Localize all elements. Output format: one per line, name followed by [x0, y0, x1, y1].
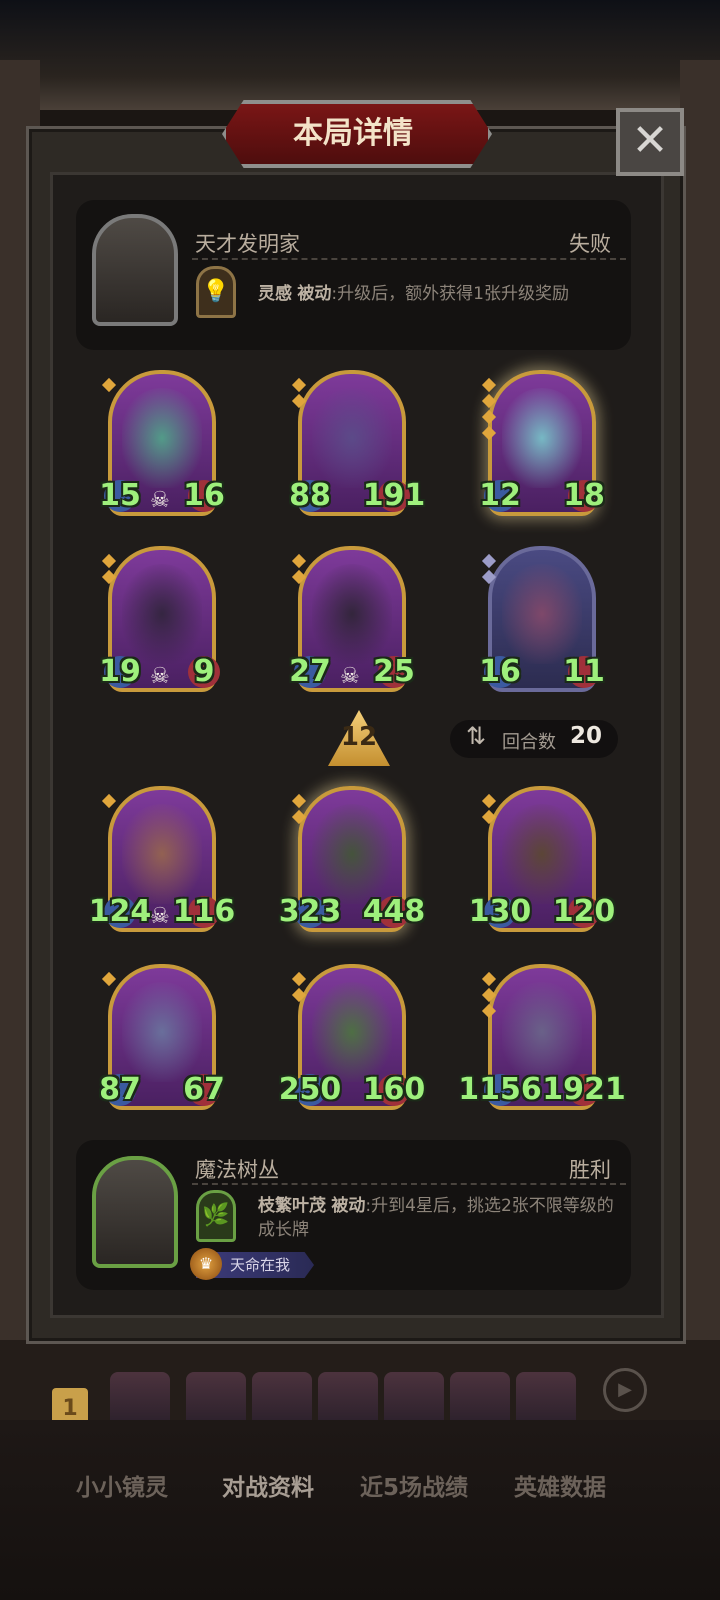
attack-value: 323 [278, 894, 342, 929]
crown-icon: ♛ [190, 1248, 222, 1280]
page-title: 本局详情 [293, 116, 413, 151]
minion-portrait [312, 564, 392, 664]
attack-value: 16 [479, 654, 521, 689]
player2-avatar[interactable] [92, 1156, 178, 1268]
minion-portrait [312, 804, 392, 904]
minion-portrait [122, 564, 202, 664]
health-value: 116 [172, 894, 236, 929]
minion-portrait [312, 982, 392, 1082]
attack-value: 124 [88, 894, 152, 929]
health-value: 1921 [542, 1072, 626, 1107]
lightbulb-icon[interactable]: 💡 [196, 266, 236, 318]
health-value: 11 [563, 654, 605, 689]
player2-result: 胜利 [569, 1158, 611, 1182]
player1-result: 失败 [569, 232, 611, 256]
divider [192, 1183, 626, 1185]
skull-icon: ☠ [150, 904, 170, 929]
player2-skill: 枝繁叶茂 被动:升到4星后，挑选2张不限等级的成长牌 [258, 1194, 620, 1242]
attack-value: 1156 [458, 1072, 542, 1107]
attack-value: 87 [99, 1072, 141, 1107]
skill-name: 枝繁叶茂 [258, 1196, 326, 1216]
play-icon[interactable]: ▶ [603, 1368, 647, 1412]
health-value: 160 [362, 1072, 426, 1107]
attack-value: 250 [278, 1072, 342, 1107]
skill-desc: :升级后，额外获得1张升级奖励 [331, 284, 569, 304]
minion-portrait [502, 982, 582, 1082]
health-value: 16 [183, 478, 225, 513]
player1-name: 天才发明家 [195, 232, 300, 256]
health-value: 120 [552, 894, 616, 929]
bottom-tab-bar [0, 1420, 720, 1600]
health-value: 191 [362, 478, 426, 513]
attack-value: 27 [289, 654, 331, 689]
health-value: 67 [183, 1072, 225, 1107]
minion-portrait [122, 982, 202, 1082]
close-button[interactable]: ✕ [616, 108, 684, 176]
leaf-icon[interactable]: 🌿 [196, 1190, 236, 1242]
attack-value: 88 [289, 478, 331, 513]
player1-avatar[interactable] [92, 214, 178, 326]
player2-name: 魔法树丛 [195, 1158, 279, 1182]
minion-portrait [122, 804, 202, 904]
tab-hero-data[interactable]: 英雄数据 [514, 1468, 606, 1502]
health-value: 25 [373, 654, 415, 689]
rounds-label: 回合数 [502, 732, 556, 753]
skill-type: 被动 [331, 1196, 366, 1216]
attack-value: 15 [99, 478, 141, 513]
health-value: 9 [193, 654, 215, 689]
skill-type: 被动 [297, 284, 332, 304]
skull-icon: ☠ [150, 488, 170, 513]
divider [192, 258, 626, 260]
minion-portrait [122, 388, 202, 488]
player1-skill: 灵感 被动:升级后，额外获得1张升级奖励 [258, 282, 618, 306]
health-value: 18 [563, 478, 605, 513]
minion-portrait [502, 388, 582, 488]
skill-name: 灵感 [258, 284, 292, 304]
close-icon: ✕ [631, 115, 669, 166]
minion-portrait [502, 804, 582, 904]
minion-portrait [502, 564, 582, 664]
background-top [0, 0, 720, 110]
swap-icon: ⇅ [466, 722, 487, 750]
tab-mirror-spirit[interactable]: 小小镜灵 [76, 1468, 168, 1502]
attack-value: 12 [479, 478, 521, 513]
tab-battle-info[interactable]: 对战资料 [222, 1468, 314, 1502]
tier-level: 12 [340, 722, 378, 752]
rounds-value: 20 [570, 723, 603, 749]
attack-value: 130 [468, 894, 532, 929]
background-right [680, 60, 720, 1420]
minion-portrait [312, 388, 392, 488]
attack-value: 19 [99, 654, 141, 689]
skull-icon: ☠ [150, 664, 170, 689]
skull-icon: ☠ [340, 664, 360, 689]
health-value: 448 [362, 894, 426, 929]
tab-recent-5-games[interactable]: 近5场战绩 [360, 1468, 468, 1502]
